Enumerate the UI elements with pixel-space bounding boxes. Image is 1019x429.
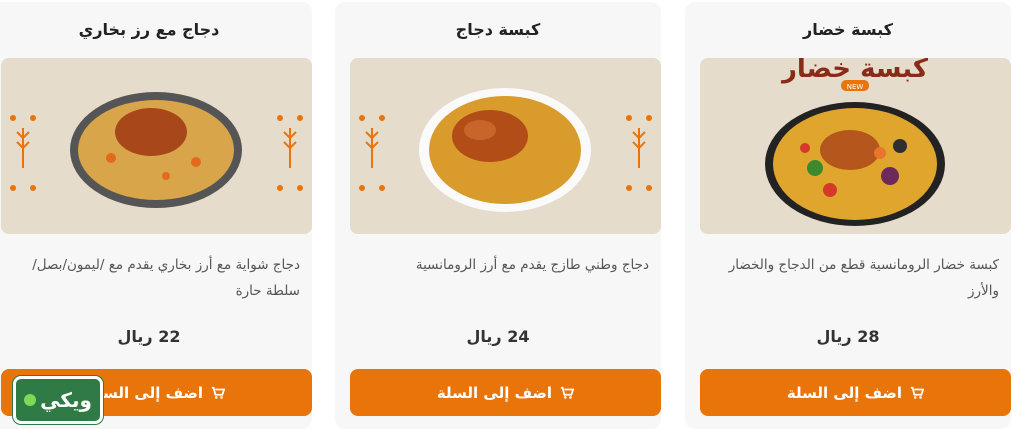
product-description: دجاج وطني طازج يقدم مع أرز الرومانسية — [415, 257, 649, 273]
add-to-cart-button[interactable]: اضف إلى السلة — [350, 369, 661, 416]
product-card: دجاج مع رز بخاري دجاج شواية مع أرز بخاري… — [0, 2, 312, 429]
product-title: كبسة دجاج — [455, 20, 541, 39]
cart-icon — [211, 386, 226, 400]
logo-dot-icon — [24, 394, 37, 406]
product-title: دجاج مع رز بخاري — [78, 20, 220, 39]
add-to-cart-button[interactable]: اضف إلى السلة — [700, 369, 1011, 416]
product-price: 24 ريال — [466, 327, 530, 346]
add-to-cart-label: اضف إلى السلة — [87, 383, 204, 402]
product-image[interactable] — [350, 58, 661, 234]
image-badge: NEW — [847, 83, 864, 91]
food-image: كبسة خضار NEW — [700, 58, 1011, 234]
watermark-text: ويكي — [40, 388, 92, 412]
cart-icon — [560, 386, 575, 400]
product-card: كبسة دجاج دجاج وطني طازج يقدم مع أرز الر… — [335, 2, 661, 429]
product-image[interactable] — [1, 58, 312, 234]
food-image — [1, 58, 312, 234]
watermark-logo: ويكي — [13, 376, 103, 424]
add-to-cart-label: اضف إلى السلة — [786, 383, 903, 402]
product-image[interactable]: كبسة خضار NEW — [700, 58, 1011, 234]
product-description: كبسة خضار الرومانسية قطع من الدجاج والخض… — [728, 257, 999, 299]
product-price: 22 ريال — [117, 327, 181, 346]
menu-grid: كبسة خضار كبسة خضار NEW كبسة خضار الروما… — [0, 0, 1019, 429]
cart-icon — [910, 386, 925, 400]
product-card: كبسة خضار كبسة خضار NEW كبسة خضار الروما… — [685, 2, 1011, 429]
add-to-cart-label: اضف إلى السلة — [436, 383, 553, 402]
food-image — [350, 58, 661, 234]
product-description: دجاج شواية مع أرز بخاري يقدم مع /ليمون/ب… — [32, 257, 300, 299]
product-title: كبسة خضار — [803, 20, 893, 39]
product-price: 28 ريال — [816, 327, 880, 346]
